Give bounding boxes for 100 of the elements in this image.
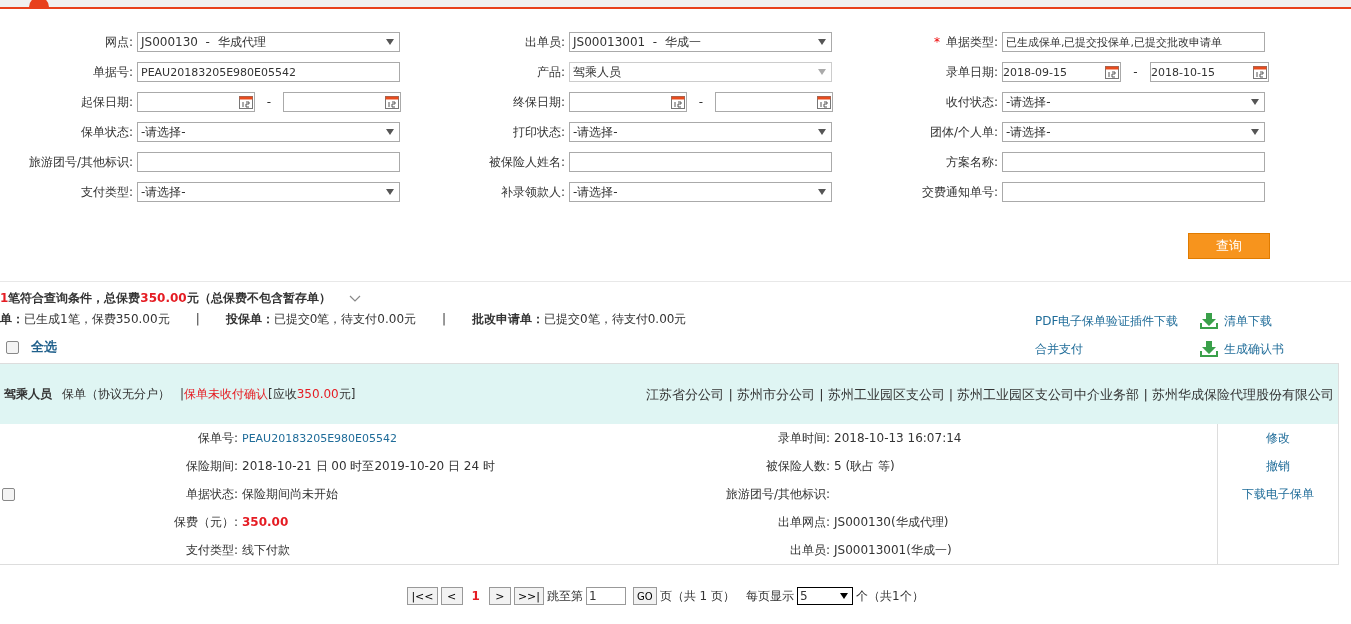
- field-label: 打印状态:: [511, 123, 566, 141]
- field-label: 产品:: [535, 63, 566, 81]
- field-label: 收付状态:: [944, 93, 999, 111]
- calendar-icon: [670, 95, 685, 109]
- caret-icon: [818, 69, 826, 75]
- calendar-icon: [1253, 65, 1267, 79]
- action-link[interactable]: 修改: [1266, 424, 1290, 452]
- range-separator: -: [1132, 65, 1139, 79]
- field-label: 录单日期:: [944, 63, 999, 81]
- last-page-button[interactable]: >>|: [513, 587, 545, 605]
- select-field[interactable]: -请选择-: [569, 182, 832, 202]
- date-field[interactable]: 2018-10-15: [1150, 62, 1269, 82]
- detail-label: 保单号:: [196, 429, 239, 447]
- detail-value[interactable]: PEAU20183205E980E05542: [242, 431, 592, 445]
- current-page[interactable]: 1: [471, 589, 480, 603]
- stat-text: 单：已生成1笔，保费350.00元: [0, 310, 170, 328]
- per-page-select[interactable]: 5: [796, 587, 853, 605]
- select-all-label[interactable]: 全选: [31, 338, 57, 356]
- detail-label: 被保险人数:: [764, 457, 831, 475]
- stat-text: 批改申请单：已提交0笔，待支付0.00元: [472, 310, 687, 328]
- action-link[interactable]: 撤销: [1266, 452, 1290, 480]
- checkbox[interactable]: [6, 340, 19, 354]
- field-label: 终保日期:: [511, 93, 566, 111]
- link[interactable]: 清单下载: [1200, 312, 1320, 330]
- link[interactable]: 生成确认书: [1200, 340, 1320, 358]
- download-icon: [1200, 341, 1218, 357]
- field-label: 保单状态:: [79, 123, 134, 141]
- separator: |: [442, 312, 447, 326]
- input-field[interactable]: [137, 152, 400, 172]
- date-field[interactable]: 2018-09-15: [1002, 62, 1121, 82]
- select-field[interactable]: JS00013001 - 华成一: [569, 32, 832, 52]
- caret-icon: [386, 129, 394, 135]
- link[interactable]: 合并支付: [1035, 340, 1200, 358]
- status-text: |保单未收付确认[应收350.00元]: [180, 385, 356, 403]
- input-field[interactable]: [1002, 152, 1265, 172]
- input-field[interactable]: [569, 152, 832, 172]
- select-field[interactable]: -请选择-: [137, 122, 400, 142]
- detail-label: 旅游团号/其他标识:: [724, 485, 831, 503]
- page-count: 页（共 1 页）: [659, 587, 735, 605]
- caret-icon: [1251, 99, 1259, 105]
- detail-label: 录单时间:: [776, 429, 831, 447]
- chevron-down-icon[interactable]: [348, 294, 361, 302]
- select-field[interactable]: -请选择-: [1002, 122, 1265, 142]
- date-field[interactable]: [569, 92, 687, 112]
- caret-icon: [386, 189, 394, 195]
- action-link[interactable]: 下载电子保单: [1242, 480, 1314, 508]
- policy-type: 保单（协议无分户）: [62, 385, 170, 403]
- range-separator: -: [265, 95, 273, 109]
- field-label: * 单据类型:: [932, 33, 999, 51]
- field-label: 单据号:: [91, 63, 134, 81]
- calendar-icon: [817, 95, 831, 109]
- total-count: 个（共1个）: [855, 587, 924, 605]
- select-field[interactable]: -请选择-: [137, 182, 400, 202]
- range-separator: -: [697, 95, 705, 109]
- per-page-label: 每页显示: [745, 587, 794, 605]
- detail-value: JS000130(华成代理): [834, 513, 950, 531]
- date-field[interactable]: [283, 92, 401, 112]
- calendar-icon: [385, 95, 399, 109]
- select-field[interactable]: -请选择-: [569, 122, 832, 142]
- next-page-button[interactable]: >: [488, 587, 511, 605]
- input-field[interactable]: 已生成保单,已提交投保单,已提交批改申请单: [1002, 32, 1265, 52]
- result-summary: 1笔符合查询条件，总保费350.00元（总保费不包含暂存单）: [0, 289, 331, 307]
- field-label: 方案名称:: [944, 153, 999, 171]
- caret-icon: [386, 39, 394, 45]
- field-label: 团体/个人单:: [928, 123, 999, 141]
- download-icon: [1200, 313, 1218, 329]
- detail-value: 2018-10-13 16:07:14: [834, 431, 963, 445]
- separator: |: [195, 312, 200, 326]
- product-name: 驾乘人员: [4, 385, 52, 403]
- input-field[interactable]: [1002, 182, 1265, 202]
- caret-icon: [818, 39, 826, 45]
- page-input[interactable]: 1: [586, 587, 627, 605]
- caret-icon: [839, 593, 848, 599]
- select-field[interactable]: -请选择-: [1002, 92, 1265, 112]
- go-button[interactable]: GO: [633, 587, 657, 605]
- link[interactable]: PDF电子保单验证插件下载: [1035, 312, 1200, 330]
- field-label: 旅游团号/其他标识:: [27, 153, 134, 171]
- select-field[interactable]: JS000130 - 华成代理: [137, 32, 400, 52]
- field-label: 支付类型:: [79, 183, 134, 201]
- stat-text: 投保单：已提交0笔，待支付0.00元: [225, 310, 417, 328]
- detail-label: 支付类型:: [184, 541, 239, 559]
- detail-value: 5 (耿占 等): [834, 457, 896, 475]
- detail-label: 出单员:: [788, 541, 831, 559]
- detail-value: JS00013001(华成一): [834, 541, 953, 559]
- calendar-icon: [238, 95, 253, 109]
- detail-value: 350.00: [242, 515, 290, 529]
- field-label: 交费通知单号:: [920, 183, 999, 201]
- field-label: 被保险人姓名:: [487, 153, 566, 171]
- prev-page-button[interactable]: <: [440, 587, 463, 605]
- input-field[interactable]: PEAU20183205E980E05542: [137, 62, 400, 82]
- caret-icon: [818, 189, 826, 195]
- detail-value: 2018-10-21 日 00 时至2019-10-20 日 24 时: [242, 457, 496, 475]
- caret-icon: [818, 129, 826, 135]
- field-label: 网点:: [103, 33, 134, 51]
- detail-label: 出单网点:: [776, 513, 831, 531]
- detail-label: 保险期间:: [184, 457, 239, 475]
- checkbox[interactable]: [2, 487, 15, 501]
- date-field[interactable]: [137, 92, 255, 112]
- first-page-button[interactable]: |<<: [407, 587, 438, 605]
- date-field[interactable]: [715, 92, 833, 112]
